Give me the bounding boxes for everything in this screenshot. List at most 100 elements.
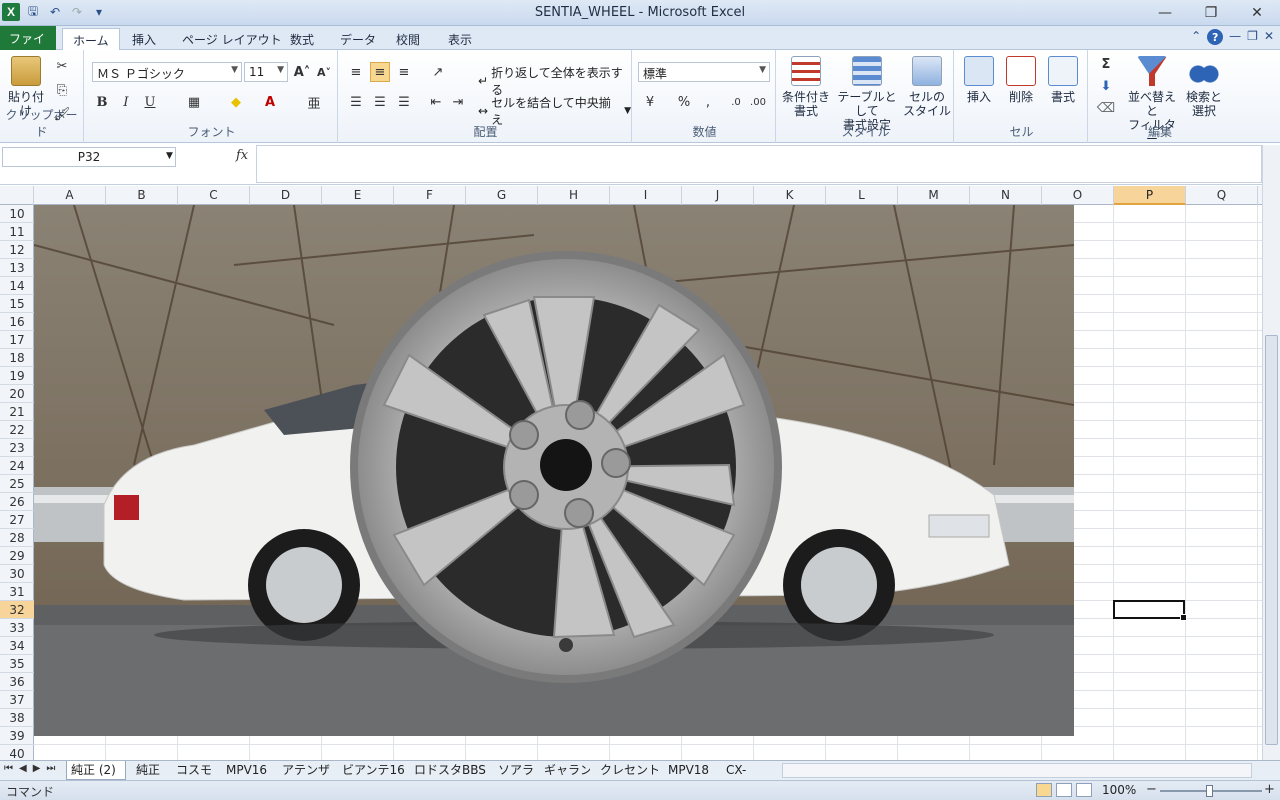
tab-data[interactable]: データ bbox=[330, 28, 386, 50]
row-header-32[interactable]: 32 bbox=[0, 601, 34, 619]
column-header-c[interactable]: C bbox=[178, 186, 250, 205]
zoom-in-icon[interactable]: + bbox=[1264, 782, 1275, 797]
row-header-19[interactable]: 19 bbox=[0, 367, 34, 385]
align-middle-icon[interactable]: ≡ bbox=[370, 62, 390, 82]
column-header-i[interactable]: I bbox=[610, 186, 682, 205]
tab-view[interactable]: 表示 bbox=[438, 28, 482, 50]
sheet-tab[interactable]: MPV18 bbox=[664, 761, 716, 780]
row-header-14[interactable]: 14 bbox=[0, 277, 34, 295]
row-header-33[interactable]: 33 bbox=[0, 619, 34, 637]
row-header-34[interactable]: 34 bbox=[0, 637, 34, 655]
copy-icon[interactable]: ⎘ bbox=[52, 80, 72, 100]
align-right-icon[interactable]: ☰ bbox=[394, 92, 414, 112]
increase-indent-icon[interactable]: ⇥ bbox=[448, 92, 468, 112]
font-color-icon[interactable]: A bbox=[260, 92, 280, 112]
row-header-35[interactable]: 35 bbox=[0, 655, 34, 673]
row-header-31[interactable]: 31 bbox=[0, 583, 34, 601]
doc-minimize-icon[interactable]: — bbox=[1229, 29, 1241, 45]
doc-restore-icon[interactable]: ❐ bbox=[1247, 29, 1258, 45]
cell-styles-button[interactable]: セルの スタイル bbox=[900, 56, 954, 118]
name-box[interactable]: P32 bbox=[2, 147, 176, 167]
row-header-17[interactable]: 17 bbox=[0, 331, 34, 349]
cut-icon[interactable]: ✂ bbox=[52, 56, 72, 76]
column-header-e[interactable]: E bbox=[322, 186, 394, 205]
conditional-formatting-button[interactable]: 条件付き 書式 bbox=[780, 56, 832, 118]
row-header-37[interactable]: 37 bbox=[0, 691, 34, 709]
first-sheet-icon[interactable]: ⏮ bbox=[4, 763, 13, 774]
row-header-30[interactable]: 30 bbox=[0, 565, 34, 583]
format-as-table-button[interactable]: テーブルとして 書式設定 bbox=[832, 56, 902, 132]
font-name-select[interactable]: ＭＳ Ｐゴシック ▼ bbox=[92, 62, 242, 82]
row-header-10[interactable]: 10 bbox=[0, 205, 34, 223]
select-all-corner[interactable] bbox=[0, 186, 34, 205]
row-header-26[interactable]: 26 bbox=[0, 493, 34, 511]
wrap-text-button[interactable]: ↵ 折り返して全体を表示する bbox=[478, 64, 631, 98]
column-header-j[interactable]: J bbox=[682, 186, 754, 205]
help-icon[interactable]: ? bbox=[1207, 29, 1224, 45]
align-top-icon[interactable]: ≡ bbox=[346, 62, 366, 82]
italic-icon[interactable]: I bbox=[116, 92, 136, 112]
row-header-20[interactable]: 20 bbox=[0, 385, 34, 403]
orientation-icon[interactable]: ↗ bbox=[428, 62, 448, 82]
percent-icon[interactable]: % bbox=[674, 92, 694, 112]
row-header-18[interactable]: 18 bbox=[0, 349, 34, 367]
column-header-q[interactable]: Q bbox=[1186, 186, 1258, 205]
column-header-p[interactable]: P bbox=[1114, 186, 1186, 205]
autosum-icon[interactable]: Σ bbox=[1096, 54, 1116, 74]
row-header-28[interactable]: 28 bbox=[0, 529, 34, 547]
row-header-38[interactable]: 38 bbox=[0, 709, 34, 727]
active-cell-cursor[interactable] bbox=[1113, 600, 1187, 621]
doc-close-icon[interactable]: ✕ bbox=[1264, 29, 1274, 45]
sheet-tab[interactable]: 純正 bbox=[132, 761, 166, 780]
tab-review[interactable]: 校閲 bbox=[386, 28, 430, 50]
page-layout-view-icon[interactable] bbox=[1056, 783, 1072, 797]
column-header-d[interactable]: D bbox=[250, 186, 322, 205]
insert-function-icon[interactable]: fx bbox=[236, 148, 248, 163]
sheet-tab[interactable]: MPV16 bbox=[222, 761, 272, 780]
vertical-scroll-thumb[interactable] bbox=[1265, 335, 1278, 745]
zoom-slider-thumb[interactable] bbox=[1206, 785, 1213, 797]
column-header-a[interactable]: A bbox=[34, 186, 106, 205]
tab-formulas[interactable]: 数式 bbox=[280, 28, 324, 50]
column-header-n[interactable]: N bbox=[970, 186, 1042, 205]
row-header-13[interactable]: 13 bbox=[0, 259, 34, 277]
formula-input[interactable] bbox=[256, 145, 1262, 183]
row-header-36[interactable]: 36 bbox=[0, 673, 34, 691]
number-format-select[interactable]: 標準 ▼ bbox=[638, 62, 770, 82]
find-select-button[interactable]: 検索と 選択 bbox=[1182, 56, 1226, 118]
delete-cells-button[interactable]: 削除 bbox=[1002, 56, 1040, 104]
sheet-tab[interactable]: アテンザ bbox=[278, 761, 332, 780]
decrease-indent-icon[interactable]: ⇤ bbox=[426, 92, 446, 112]
column-header-b[interactable]: B bbox=[106, 186, 178, 205]
borders-icon[interactable]: ▦ bbox=[184, 92, 204, 112]
tab-page-layout[interactable]: ページ レイアウト bbox=[172, 28, 292, 50]
row-header-11[interactable]: 11 bbox=[0, 223, 34, 241]
phonetic-icon[interactable]: 亜 bbox=[304, 92, 324, 112]
ribbon-collapse-icon[interactable]: ⌃ bbox=[1191, 29, 1201, 45]
sheet-tab[interactable]: クレセント bbox=[596, 761, 658, 780]
currency-format-icon[interactable]: ¥ bbox=[640, 92, 660, 112]
sheet-tab[interactable]: コスモ bbox=[172, 761, 216, 780]
tab-home[interactable]: ホーム bbox=[62, 28, 120, 51]
column-header-f[interactable]: F bbox=[394, 186, 466, 205]
row-header-25[interactable]: 25 bbox=[0, 475, 34, 493]
vertical-scrollbar[interactable] bbox=[1262, 145, 1280, 760]
row-header-12[interactable]: 12 bbox=[0, 241, 34, 259]
sheet-tab[interactable]: ギャラン bbox=[540, 761, 590, 780]
column-header-m[interactable]: M bbox=[898, 186, 970, 205]
column-header-k[interactable]: K bbox=[754, 186, 826, 205]
decrease-decimal-icon[interactable]: .00 bbox=[748, 92, 768, 112]
sheet-tab[interactable]: ロドスタBBS bbox=[410, 761, 488, 780]
insert-cells-button[interactable]: 挿入 bbox=[960, 56, 998, 104]
column-header-h[interactable]: H bbox=[538, 186, 610, 205]
restore-button[interactable]: ❐ bbox=[1188, 0, 1234, 26]
row-header-39[interactable]: 39 bbox=[0, 727, 34, 745]
next-sheet-icon[interactable]: ▶ bbox=[33, 763, 41, 774]
row-header-22[interactable]: 22 bbox=[0, 421, 34, 439]
sheet-tab[interactable]: ビアンテ16 bbox=[338, 761, 404, 780]
format-cells-button[interactable]: 書式 bbox=[1044, 56, 1082, 104]
row-header-23[interactable]: 23 bbox=[0, 439, 34, 457]
align-left-icon[interactable]: ☰ bbox=[346, 92, 366, 112]
font-size-select[interactable]: 11 ▼ bbox=[244, 62, 288, 82]
column-header-o[interactable]: O bbox=[1042, 186, 1114, 205]
